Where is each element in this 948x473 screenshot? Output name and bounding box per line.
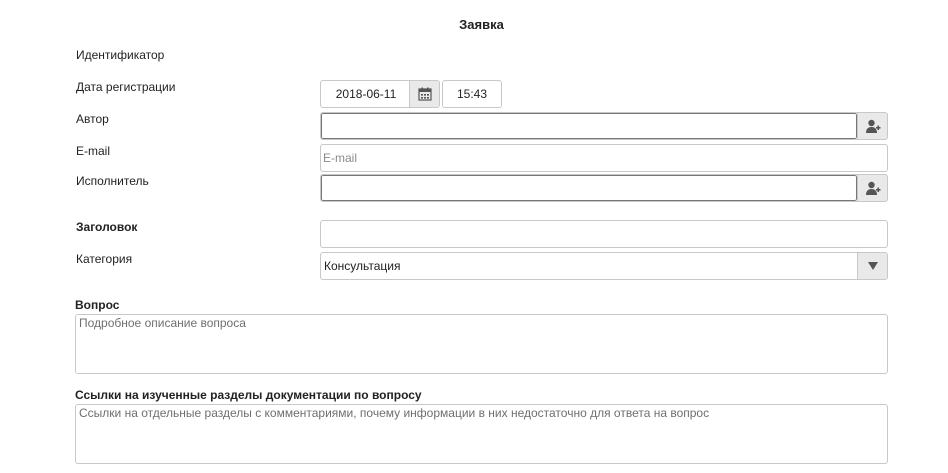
author-input-wrap [320, 112, 858, 140]
form-title: Заявка [459, 17, 504, 32]
user-select-icon [865, 119, 880, 133]
category-select[interactable]: Консультация [320, 252, 888, 280]
author-input[interactable] [321, 113, 857, 139]
calendar-icon [417, 87, 432, 101]
author-label: Автор [76, 112, 109, 126]
subject-field-wrap [320, 220, 888, 248]
assignee-input[interactable] [321, 175, 857, 201]
reg-date-value[interactable]: 2018-06-11 [321, 81, 411, 107]
category-label: Категория [76, 252, 133, 266]
assignee-input-wrap [320, 174, 858, 202]
email-label: E-mail [76, 144, 111, 158]
category-selected-value: Консультация [324, 259, 401, 273]
links-textarea[interactable] [75, 404, 888, 464]
calendar-button[interactable] [409, 81, 439, 107]
request-form: Заявка Идентификатор Дата регистрации 20… [0, 0, 948, 473]
user-select-icon [865, 181, 880, 195]
reg-date-label: Дата регистрации [76, 80, 176, 94]
email-field-wrap [320, 144, 888, 172]
reg-date-field[interactable]: 2018-06-11 [320, 80, 440, 108]
author-group [320, 112, 888, 140]
subject-input[interactable] [321, 221, 887, 247]
assignee-label: Исполнитель [76, 174, 149, 188]
reg-time-field[interactable]: 15:43 [442, 80, 502, 108]
links-label: Ссылки на изученные разделы документации… [75, 388, 422, 402]
select-assignee-button[interactable] [858, 174, 888, 202]
category-dropdown-button[interactable] [857, 253, 887, 279]
select-author-button[interactable] [858, 112, 888, 140]
identifier-label: Идентификатор [76, 48, 165, 62]
caret-down-icon [867, 262, 878, 270]
assignee-group [320, 174, 888, 202]
subject-label: Заголовок [76, 220, 138, 234]
question-label: Вопрос [75, 298, 120, 312]
question-textarea[interactable] [75, 314, 888, 374]
email-field[interactable] [321, 145, 887, 171]
